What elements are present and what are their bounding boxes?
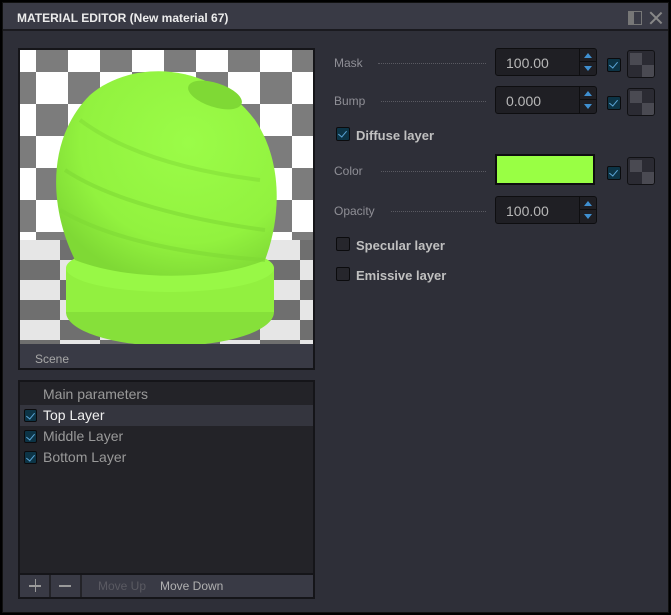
move-up-button[interactable]: Move Up — [98, 579, 146, 593]
mask-enable-checkbox[interactable] — [607, 58, 621, 72]
opacity-input[interactable]: 100.00 — [495, 196, 597, 224]
bump-decrement-arrow-icon[interactable] — [580, 100, 596, 113]
layer-list: Main parameters Top Layer Middle Layer B… — [18, 380, 315, 599]
diffuse-layer-checkbox[interactable] — [336, 127, 350, 141]
layer-middle-checkbox[interactable] — [24, 430, 37, 443]
opacity-increment-arrow-icon[interactable] — [580, 197, 596, 210]
specular-layer-checkbox[interactable] — [336, 237, 350, 251]
bump-value: 0.000 — [506, 93, 542, 109]
emissive-layer-checkbox[interactable] — [336, 267, 350, 281]
bump-texture-slot[interactable] — [627, 88, 655, 116]
opacity-leader — [391, 211, 486, 212]
mask-label: Mask — [334, 56, 363, 70]
close-icon[interactable] — [649, 11, 663, 25]
preview-scene-label: Scene — [35, 352, 70, 366]
move-buttons: Move Up Move Down — [82, 575, 313, 597]
layer-item-label: Top Layer — [43, 407, 105, 423]
layer-footer-toolbar: Move Up Move Down — [20, 573, 313, 597]
specular-layer-label[interactable]: Specular layer — [356, 238, 445, 253]
bump-enable-checkbox[interactable] — [607, 96, 621, 110]
bump-input[interactable]: 0.000 — [495, 86, 597, 114]
mask-value: 100.00 — [506, 55, 549, 71]
layer-item-label: Middle Layer — [43, 428, 124, 444]
move-down-button[interactable]: Move Down — [160, 579, 223, 593]
preview-render — [20, 50, 313, 344]
mask-decrement-arrow-icon[interactable] — [580, 62, 596, 75]
opacity-value: 100.00 — [506, 203, 549, 219]
mask-increment-arrow-icon[interactable] — [580, 49, 596, 62]
title-bar[interactable]: MATERIAL EDITOR (New material 67) — [3, 3, 668, 31]
color-swatch[interactable] — [495, 154, 595, 185]
opacity-decrement-arrow-icon[interactable] — [580, 210, 596, 223]
dock-panel-icon[interactable] — [628, 11, 642, 25]
layer-item-top[interactable]: Top Layer — [20, 405, 313, 426]
material-preview: Scene — [18, 48, 315, 370]
preview-canvas[interactable] — [20, 50, 313, 344]
mask-spinner — [579, 49, 596, 75]
layer-item-middle[interactable]: Middle Layer — [20, 426, 313, 447]
mask-leader — [378, 63, 486, 64]
layer-header-label: Main parameters — [43, 386, 149, 402]
mask-input[interactable]: 100.00 — [495, 48, 597, 76]
mask-texture-slot[interactable] — [627, 50, 655, 78]
color-leader — [381, 171, 486, 172]
window-title: MATERIAL EDITOR (New material 67) — [17, 11, 229, 25]
emissive-layer-label[interactable]: Emissive layer — [356, 268, 446, 283]
opacity-spinner — [579, 197, 596, 223]
bump-label: Bump — [334, 94, 366, 108]
remove-layer-button[interactable] — [51, 575, 80, 597]
color-label: Color — [334, 164, 363, 178]
diffuse-layer-label[interactable]: Diffuse layer — [356, 128, 434, 143]
color-enable-checkbox[interactable] — [607, 166, 621, 180]
bump-leader — [381, 101, 486, 102]
layer-top-checkbox[interactable] — [24, 409, 37, 422]
add-layer-button[interactable] — [20, 575, 49, 597]
layer-item-label: Bottom Layer — [43, 449, 127, 465]
opacity-label: Opacity — [334, 204, 375, 218]
bump-spinner — [579, 87, 596, 113]
color-texture-slot[interactable] — [627, 157, 655, 185]
layer-header[interactable]: Main parameters — [20, 384, 313, 405]
layer-item-bottom[interactable]: Bottom Layer — [20, 447, 313, 468]
material-editor-window: MATERIAL EDITOR (New material 67) Scene … — [2, 2, 669, 613]
bump-increment-arrow-icon[interactable] — [580, 87, 596, 100]
layer-bottom-checkbox[interactable] — [24, 451, 37, 464]
